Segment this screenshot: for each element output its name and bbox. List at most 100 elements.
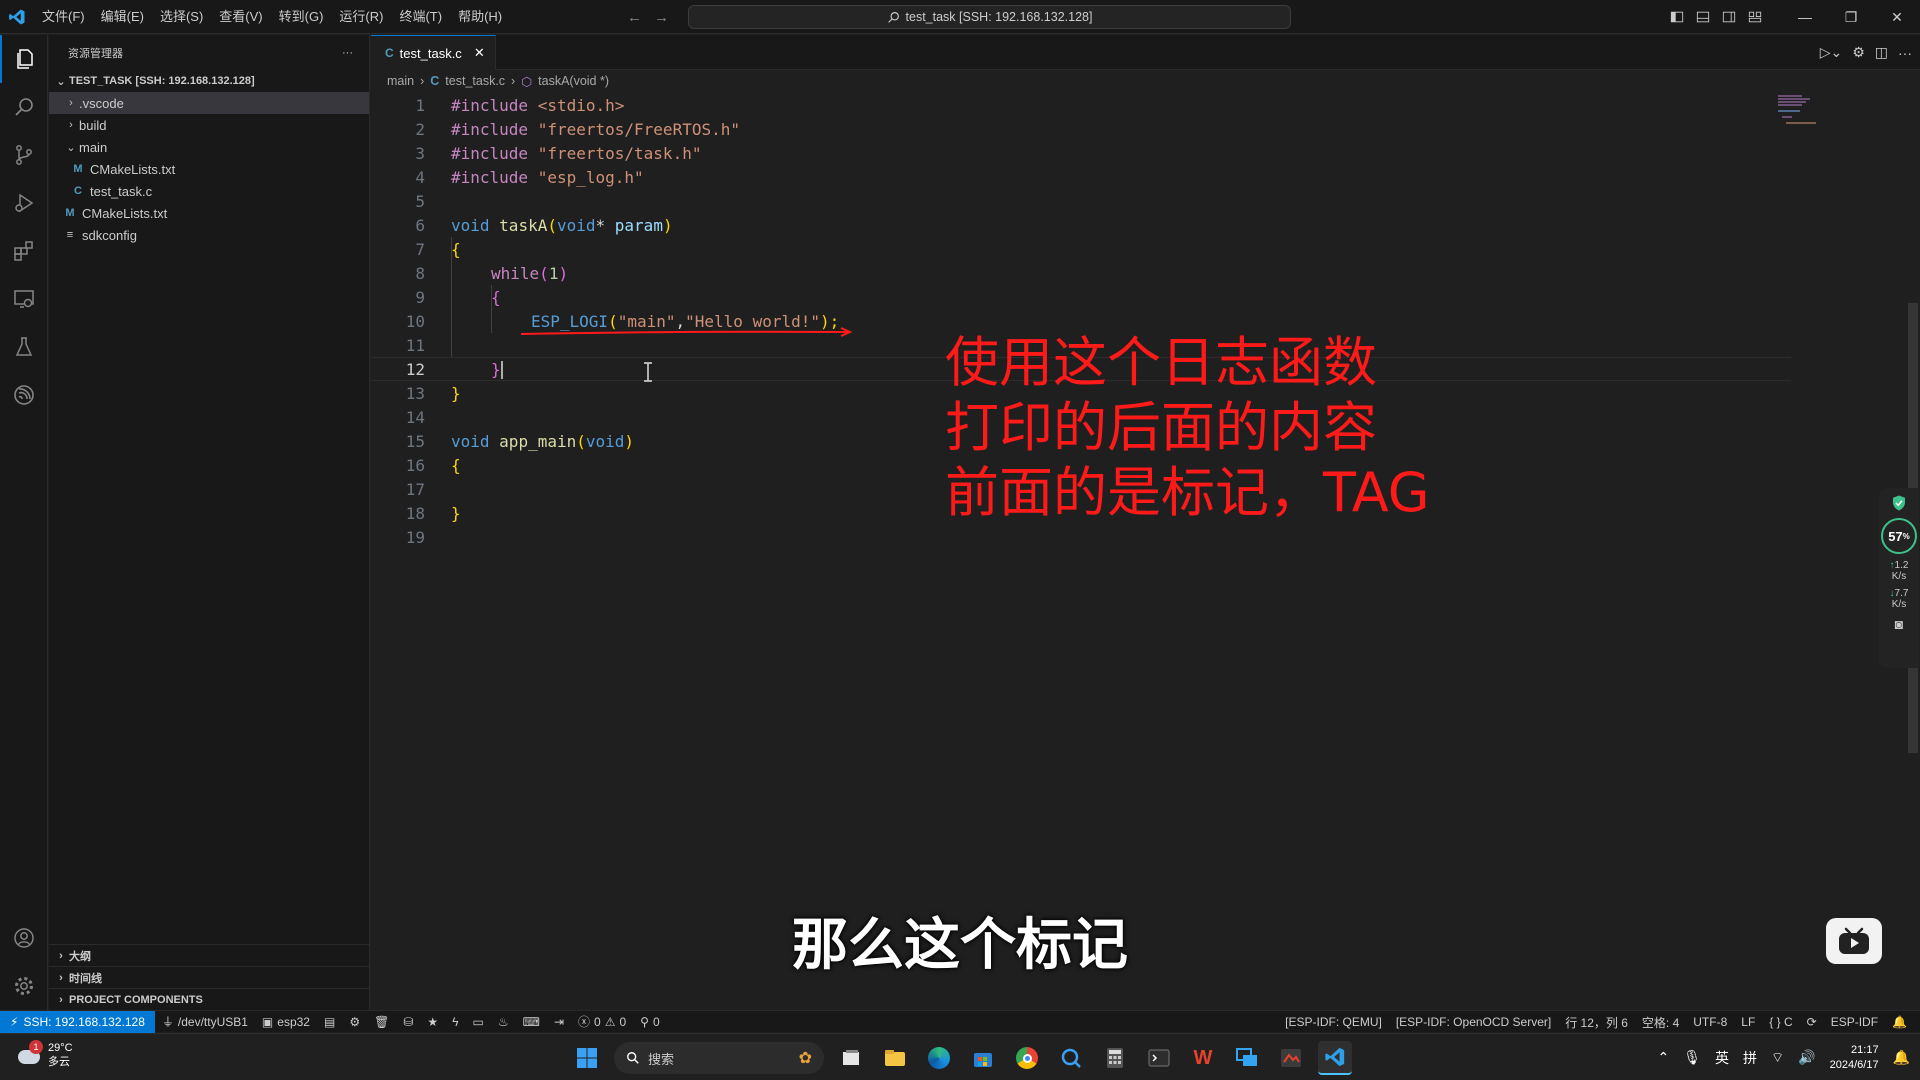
- windows-start-icon[interactable]: [570, 1041, 604, 1075]
- project-components-section[interactable]: › PROJECT COMPONENTS: [49, 988, 370, 1010]
- annotation-line: 打印的后面的内容: [945, 396, 1377, 459]
- volume-icon[interactable]: 🔊: [1798, 1049, 1815, 1066]
- serial-port-item[interactable]: ⏚/dev/ttyUSB1: [155, 1013, 255, 1030]
- close-tab-icon[interactable]: ✕: [474, 45, 485, 61]
- search-view-icon[interactable]: [0, 83, 48, 131]
- workspace-root[interactable]: ⌄ TEST_TASK [SSH: 192.168.132.128]: [49, 70, 369, 92]
- tree-item-sdkconfig[interactable]: ≡ sdkconfig: [49, 224, 369, 246]
- indentation[interactable]: 空格: 4: [1635, 1014, 1686, 1031]
- menu-help[interactable]: 帮助(H): [450, 0, 510, 34]
- language-mode[interactable]: { } C: [1762, 1015, 1799, 1029]
- camera-icon[interactable]: ◙: [1895, 616, 1903, 632]
- ports-item[interactable]: ⚲ 0: [633, 1015, 666, 1029]
- task-view-icon[interactable]: [834, 1041, 868, 1075]
- build-button[interactable]: ⛁: [396, 1015, 420, 1029]
- full-clean-button[interactable]: 🗑: [367, 1015, 396, 1029]
- restore-button[interactable]: ❐: [1828, 0, 1874, 34]
- flash-button[interactable]: ϟ: [445, 1015, 465, 1029]
- clock[interactable]: 21:17 2024/6/17: [1830, 1043, 1879, 1073]
- editor-tabs: C test_task.c ✕ ▷⌄ ⚙ ◫ ···: [371, 35, 1920, 70]
- app-icon[interactable]: [1274, 1041, 1308, 1075]
- menu-selection[interactable]: 选择(S): [152, 0, 211, 34]
- menu-file[interactable]: 文件(F): [34, 0, 93, 34]
- edge-browser-icon[interactable]: [922, 1041, 956, 1075]
- monitor-button[interactable]: ▭: [466, 1015, 491, 1029]
- tree-item-root-cmakelists[interactable]: M CMakeLists.txt: [49, 202, 369, 224]
- menu-terminal[interactable]: 终端(T): [391, 0, 450, 34]
- chrome-icon[interactable]: [1010, 1041, 1044, 1075]
- tab-test-task-c[interactable]: C test_task.c ✕: [371, 35, 496, 70]
- system-monitor-panel[interactable]: 57% ↑1.2 K/s ↓7.7 K/s ◙: [1879, 488, 1919, 668]
- search-app-icon[interactable]: [1054, 1041, 1088, 1075]
- tree-item-main-cmakelists[interactable]: M CMakeLists.txt: [49, 158, 369, 180]
- action-button[interactable]: ⇥: [547, 1015, 571, 1029]
- breadcrumb-folder[interactable]: main: [387, 74, 414, 88]
- back-arrow-icon[interactable]: ←: [627, 9, 642, 26]
- encoding[interactable]: UTF-8: [1686, 1015, 1734, 1029]
- more-actions-icon[interactable]: ···: [1898, 45, 1912, 61]
- problems-item[interactable]: ⓧ 0 ⚠ 0: [571, 1013, 633, 1030]
- customize-layout-icon[interactable]: [1742, 0, 1768, 34]
- close-window-button[interactable]: ✕: [1874, 0, 1920, 34]
- toggle-secondary-sidebar-icon[interactable]: [1716, 0, 1742, 34]
- menu-run[interactable]: 运行(R): [331, 0, 391, 34]
- tree-item-test-task-c[interactable]: C test_task.c: [49, 180, 369, 202]
- esp-idf-icon[interactable]: [0, 371, 48, 419]
- vscode-taskbar-icon[interactable]: [1318, 1041, 1352, 1075]
- ms-store-icon[interactable]: [966, 1041, 1000, 1075]
- explorer-icon[interactable]: [0, 35, 48, 83]
- remote-desktop-icon[interactable]: [1230, 1041, 1264, 1075]
- esp-idf-qemu[interactable]: [ESP-IDF: QEMU]: [1278, 1015, 1389, 1029]
- flash-method-button[interactable]: ★: [420, 1015, 445, 1029]
- forward-arrow-icon[interactable]: →: [654, 9, 669, 26]
- editor-scrollbar[interactable]: [1906, 93, 1920, 793]
- testing-icon[interactable]: [0, 323, 48, 371]
- tree-item-main[interactable]: ⌄ main: [49, 136, 369, 158]
- menu-go[interactable]: 转到(G): [271, 0, 332, 34]
- taskbar-search[interactable]: 搜索 ✿: [614, 1042, 824, 1074]
- run-project-icon[interactable]: ▷⌄: [1820, 44, 1843, 61]
- menu-edit[interactable]: 编辑(E): [93, 0, 152, 34]
- breadcrumb-file[interactable]: test_task.c: [445, 74, 505, 88]
- esp-idf-openocd[interactable]: [ESP-IDF: OpenOCD Server]: [1389, 1015, 1558, 1029]
- tree-item-vscode[interactable]: › .vscode: [49, 92, 369, 114]
- tree-item-build[interactable]: › build: [49, 114, 369, 136]
- remote-explorer-icon[interactable]: [0, 275, 48, 323]
- notification-bell-icon[interactable]: 🔔: [1893, 1049, 1910, 1066]
- terminal-app-icon[interactable]: [1142, 1041, 1176, 1075]
- tab-label: test_task.c: [399, 45, 462, 61]
- wps-office-icon[interactable]: W: [1186, 1041, 1220, 1075]
- more-actions-icon[interactable]: ···: [342, 47, 353, 59]
- calculator-icon[interactable]: [1098, 1041, 1132, 1075]
- menu-view[interactable]: 查看(V): [211, 0, 270, 34]
- weather-widget[interactable]: 1 29°C 多云: [16, 1040, 73, 1069]
- target-item[interactable]: ▣ esp32: [255, 1015, 317, 1029]
- file-explorer-icon[interactable]: [878, 1041, 912, 1075]
- build-flash-monitor-button[interactable]: ♨: [491, 1015, 516, 1029]
- remote-indicator[interactable]: ⚡ SSH: 192.168.132.128: [0, 1010, 155, 1033]
- ime-mode[interactable]: 英: [1715, 1048, 1729, 1068]
- sync-icon[interactable]: ⟳: [1800, 1015, 1824, 1029]
- source-control-icon[interactable]: [0, 131, 48, 179]
- toggle-primary-sidebar-icon[interactable]: [1664, 0, 1690, 34]
- line-ending[interactable]: LF: [1734, 1015, 1762, 1029]
- notifications-bell-icon[interactable]: 🔔: [1885, 1015, 1914, 1029]
- command-center[interactable]: test_task [SSH: 192.168.132.128]: [688, 5, 1291, 29]
- sdk-config-button[interactable]: ▤: [317, 1015, 342, 1029]
- minimize-button[interactable]: —: [1782, 0, 1828, 34]
- extensions-icon[interactable]: [0, 227, 48, 275]
- cursor-position[interactable]: 行 12，列 6: [1558, 1014, 1635, 1031]
- wifi-icon[interactable]: ⌔: [1771, 1049, 1784, 1067]
- menuconfig-button[interactable]: ⚙: [342, 1015, 367, 1029]
- chevron-up-icon[interactable]: ⌃: [1658, 1049, 1670, 1066]
- microphone-icon[interactable]: 🎙: [1683, 1049, 1701, 1066]
- ime-pinyin[interactable]: 拼: [1743, 1048, 1757, 1068]
- split-editor-icon[interactable]: ◫: [1875, 44, 1888, 61]
- settings-gear-icon[interactable]: ⚙: [1852, 44, 1865, 61]
- run-debug-icon[interactable]: [0, 179, 48, 227]
- toggle-panel-icon[interactable]: [1690, 0, 1716, 34]
- breadcrumb-symbol[interactable]: taskA(void *): [538, 74, 609, 88]
- terminal-button[interactable]: ⌨: [516, 1015, 547, 1029]
- esp-idf-label[interactable]: ESP-IDF: [1824, 1015, 1885, 1029]
- minimap[interactable]: [1778, 93, 1838, 153]
